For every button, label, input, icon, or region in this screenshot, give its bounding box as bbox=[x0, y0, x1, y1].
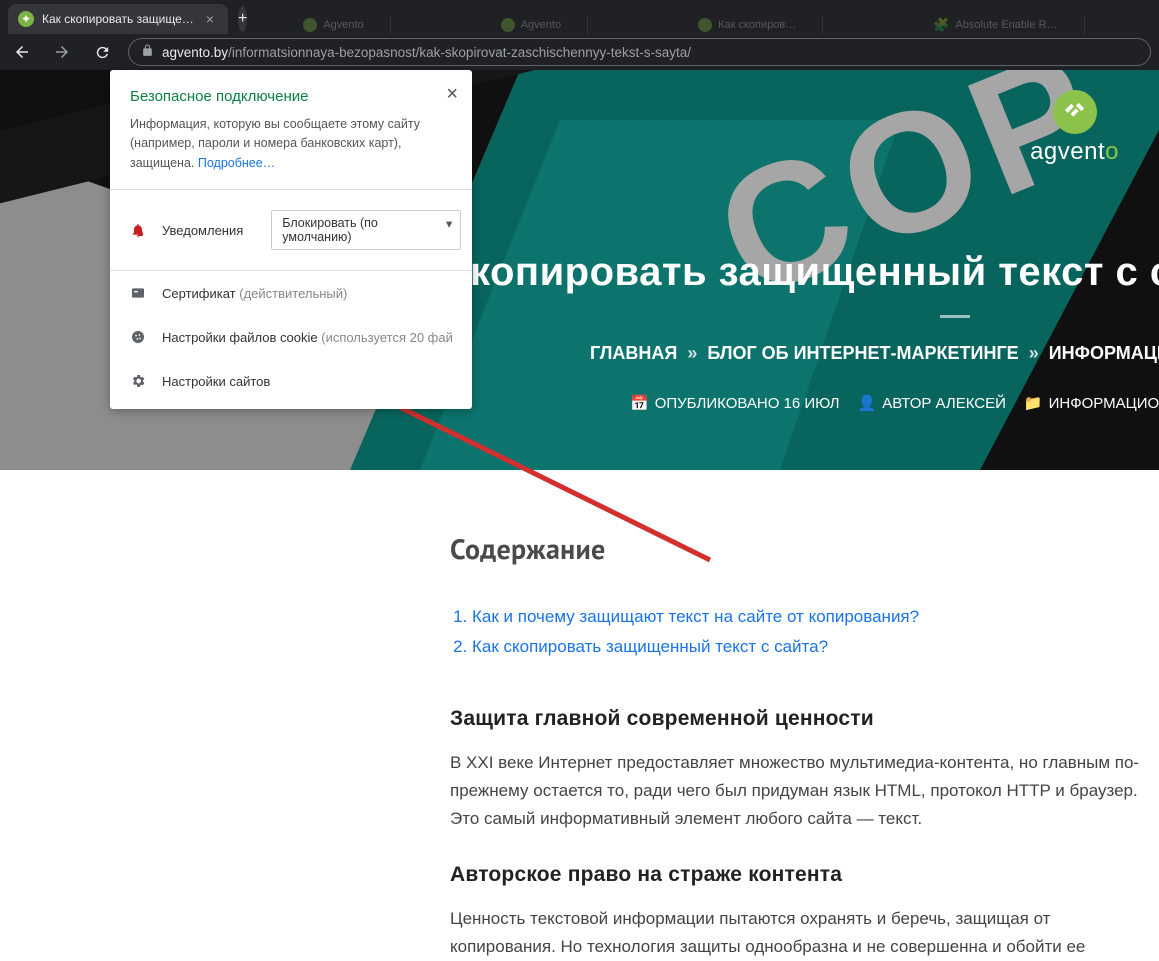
popup-title: Безопасное подключение bbox=[130, 88, 452, 105]
section-heading: Защита главной современной ценности bbox=[450, 707, 1150, 731]
publish-date: ОПУБЛИКОВАНО 16 ИЮЛ bbox=[655, 395, 840, 412]
cookie-icon bbox=[130, 329, 148, 345]
title-divider bbox=[940, 315, 970, 318]
toolbar: agvento.by/informatsionnaya-bezopasnost/… bbox=[0, 34, 1159, 70]
breadcrumb-home[interactable]: ГЛАВНАЯ bbox=[590, 343, 677, 364]
category-name: ИНФОРМАЦИОННАЯ Б bbox=[1049, 395, 1159, 412]
learn-more-link[interactable]: Подробнее… bbox=[198, 156, 275, 170]
forward-button[interactable] bbox=[48, 38, 76, 66]
section-heading: Авторское право на страже контента bbox=[450, 863, 1150, 887]
tab-title: Как скопировать защищенный… bbox=[42, 12, 194, 26]
notifications-select[interactable]: Блокировать (по умолчанию) bbox=[271, 210, 461, 250]
toc-item: Как скопировать защищенный текст с сайта… bbox=[472, 637, 1150, 657]
user-icon: 👤 bbox=[858, 394, 877, 412]
popup-close-icon[interactable]: × bbox=[446, 84, 458, 104]
tab-strip: ✦ Как скопировать защищенный… × + Agvent… bbox=[0, 0, 1159, 34]
popup-description: Информация, которую вы сообщаете этому с… bbox=[130, 115, 452, 173]
url-text: agvento.by/informatsionnaya-bezopasnost/… bbox=[162, 45, 691, 60]
gear-icon bbox=[130, 373, 148, 389]
folder-icon: 📁 bbox=[1024, 394, 1043, 412]
certificate-row[interactable]: Сертификат (действительный) bbox=[110, 271, 472, 315]
new-tab-button[interactable]: + bbox=[238, 6, 247, 32]
bell-icon bbox=[130, 222, 148, 238]
paragraph: Ценность текстовой информации пытаются о… bbox=[450, 905, 1150, 961]
toc-item: Как и почему защищают текст на сайте от … bbox=[472, 607, 1150, 627]
back-button[interactable] bbox=[8, 38, 36, 66]
certificate-label: Сертификат (действительный) bbox=[162, 286, 347, 301]
certificate-icon bbox=[130, 285, 148, 301]
toc-list: Как и почему защищают текст на сайте от … bbox=[450, 607, 1150, 657]
lock-icon[interactable] bbox=[141, 44, 154, 60]
site-settings-row[interactable]: Настройки сайтов bbox=[110, 359, 472, 409]
address-bar[interactable]: agvento.by/informatsionnaya-bezopasnost/… bbox=[128, 38, 1151, 66]
background-tabs: Agvento Agvento Как скопиров… 🧩Absolute … bbox=[253, 16, 1159, 34]
notifications-label: Уведомления bbox=[162, 223, 243, 238]
cookies-label: Настройки файлов cookie (используется 20… bbox=[162, 330, 452, 345]
cookies-row[interactable]: Настройки файлов cookie (используется 20… bbox=[110, 315, 472, 359]
breadcrumb-category[interactable]: ИНФОРМАЦИОННА bbox=[1049, 343, 1159, 364]
tab-close-icon[interactable]: × bbox=[202, 11, 218, 27]
author-name: АВТОР АЛЕКСЕЙ bbox=[882, 395, 1006, 412]
toc-heading: Содержание bbox=[450, 530, 1150, 567]
article-body: Содержание Как и почему защищают текст н… bbox=[450, 530, 1150, 961]
tab-favicon: ✦ bbox=[18, 11, 34, 27]
calendar-icon: 📅 bbox=[630, 394, 649, 412]
browser-chrome: ✦ Как скопировать защищенный… × + Agvent… bbox=[0, 0, 1159, 70]
site-settings-label: Настройки сайтов bbox=[162, 374, 270, 389]
breadcrumb-blog[interactable]: БЛОГ ОБ ИНТЕРНЕТ-МАРКЕТИНГЕ bbox=[707, 343, 1018, 364]
reload-button[interactable] bbox=[88, 38, 116, 66]
notifications-row: Уведомления Блокировать (по умолчанию) bbox=[110, 190, 472, 271]
site-info-popup: Безопасное подключение Информация, котор… bbox=[110, 70, 472, 409]
paragraph: В XXI веке Интернет предоставляет множес… bbox=[450, 749, 1150, 833]
active-tab[interactable]: ✦ Как скопировать защищенный… × bbox=[8, 4, 228, 34]
